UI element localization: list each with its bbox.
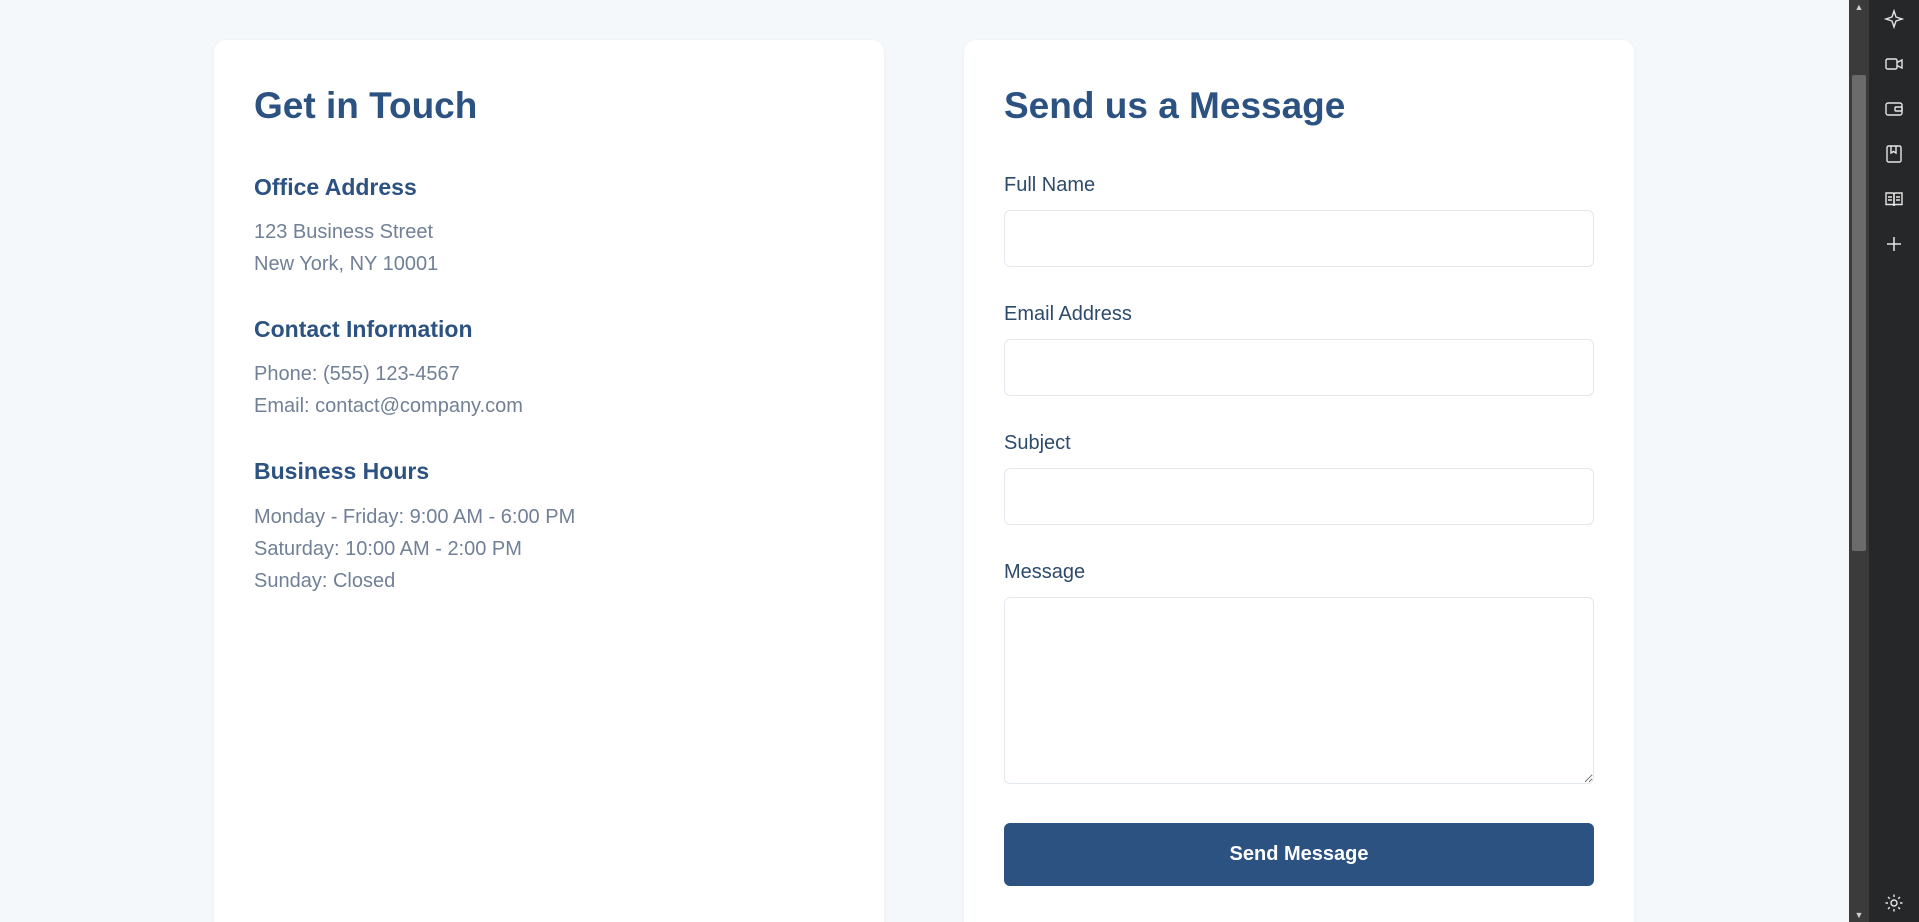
office-address-heading: Office Address (254, 174, 417, 200)
hours-weekdays: Monday - Friday: 9:00 AM - 6:00 PM (254, 506, 576, 528)
page-scrollbar[interactable]: ▲ ▼ (1849, 0, 1869, 922)
bookmark-icon[interactable] (1879, 139, 1909, 169)
plus-icon[interactable] (1879, 229, 1909, 259)
wallet-icon[interactable] (1879, 94, 1909, 124)
reader-icon[interactable] (1879, 184, 1909, 214)
contact-email: Email: contact@company.com (254, 395, 523, 417)
message-form-card: Send us a Message Full Name Email Addres… (964, 40, 1634, 922)
scroll-down-arrow-icon[interactable]: ▼ (1849, 908, 1869, 922)
scroll-up-arrow-icon[interactable]: ▲ (1849, 0, 1869, 14)
form-card-title: Send us a Message (1004, 85, 1346, 126)
subject-input[interactable] (1004, 468, 1594, 525)
office-address-line-2: New York, NY 10001 (254, 253, 439, 275)
sparkle-icon[interactable] (1879, 4, 1909, 34)
scrollbar-thumb[interactable] (1852, 75, 1866, 551)
message-textarea[interactable] (1004, 597, 1594, 784)
video-icon[interactable] (1879, 49, 1909, 79)
business-hours-heading: Business Hours (254, 458, 430, 484)
contact-info-card: Get in Touch Office Address 123 Business… (214, 40, 884, 922)
full-name-input[interactable] (1004, 210, 1594, 267)
hours-sunday: Sunday: Closed (254, 570, 396, 592)
contact-information-heading: Contact Information (254, 316, 473, 342)
subject-label: Subject (1004, 432, 1071, 454)
office-address-line-1: 123 Business Street (254, 221, 433, 243)
contact-phone: Phone: (555) 123-4567 (254, 363, 460, 385)
full-name-label: Full Name (1004, 174, 1096, 196)
info-card-title: Get in Touch (254, 85, 478, 126)
email-address-input[interactable] (1004, 339, 1594, 396)
message-label: Message (1004, 561, 1086, 583)
settings-icon[interactable] (1879, 888, 1909, 918)
hours-saturday: Saturday: 10:00 AM - 2:00 PM (254, 538, 522, 560)
send-message-button[interactable]: Send Message (1004, 823, 1594, 886)
browser-side-panel (1869, 0, 1919, 922)
email-address-label: Email Address (1004, 303, 1132, 325)
page-viewport: Get in Touch Office Address 123 Business… (0, 0, 1849, 922)
